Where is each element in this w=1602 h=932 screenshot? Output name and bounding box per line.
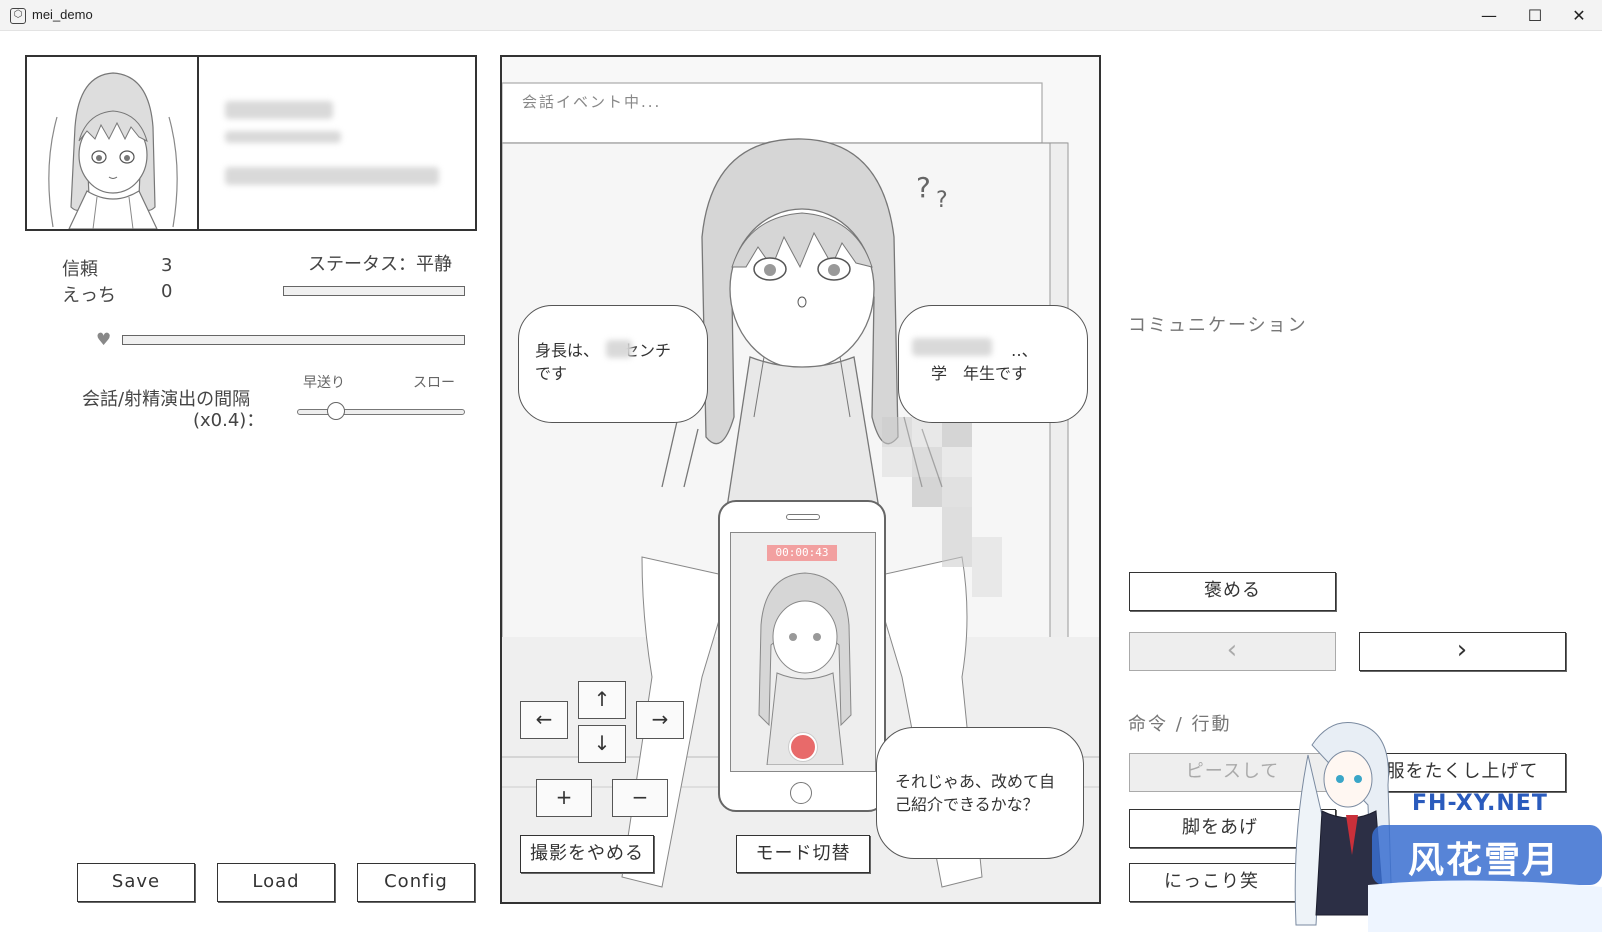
event-label: 会話イベント中... (522, 93, 662, 111)
next-page-button[interactable]: › (1359, 632, 1566, 671)
scene-view: ? ? 会話イベント中... 身長は、 センチ です ‥、 学 年生です 00:… (500, 55, 1101, 904)
phone-screen: 00:00:43 (730, 532, 876, 772)
slider-thumb[interactable] (327, 402, 345, 420)
camera-up-button[interactable]: ↑ (578, 681, 626, 719)
watermark-mascot: FH-XY.NET 风花雪月 (1272, 715, 1602, 932)
ecchi-value: 0 (161, 281, 173, 302)
record-button[interactable] (789, 733, 817, 761)
question-marks-glyph: ? (916, 171, 931, 204)
svg-text:?: ? (936, 188, 948, 213)
camera-left-button[interactable]: ← (520, 701, 568, 739)
close-button[interactable]: ✕ (1556, 0, 1602, 31)
blurred-name-in-bubble (912, 338, 992, 356)
fast-forward-label: 早送り (303, 375, 345, 391)
affection-bar (122, 335, 465, 345)
maximize-button[interactable]: ☐ (1512, 0, 1558, 31)
interval-multiplier: (x0.4)： (193, 410, 265, 431)
interval-slider[interactable] (297, 402, 465, 422)
slow-label: スロー (413, 375, 455, 391)
camera-down-button[interactable]: ↓ (578, 725, 626, 763)
window-title: mei_demo (32, 7, 93, 22)
title-bar: ⬡ mei_demo — ☐ ✕ (0, 0, 1602, 31)
recording-timer: 00:00:43 (767, 545, 837, 561)
camera-right-button[interactable]: → (636, 701, 684, 739)
bubble-introduce-line1: それじゃあ、改めて自 (895, 772, 1056, 791)
blurred-height-value (606, 340, 632, 358)
phone-home-button[interactable] (790, 782, 812, 804)
blurred-profile-info (225, 167, 439, 185)
phone-speaker (786, 514, 820, 520)
mode-switch-button[interactable]: モード切替 (736, 835, 870, 873)
praise-button[interactable]: 褒める (1129, 572, 1336, 611)
prev-page-button[interactable]: ‹ (1129, 632, 1336, 671)
bubble-grade-line2: 学 年生です (931, 364, 1028, 383)
profile-card (25, 55, 477, 231)
blurred-subtitle (225, 131, 341, 143)
speech-bubble-height: 身長は、 センチ です (518, 305, 708, 423)
status-bar (283, 286, 465, 296)
load-button[interactable]: Load (217, 863, 335, 902)
status-label: ステータス：平静 (308, 254, 452, 275)
character-portrait (27, 57, 199, 229)
zoom-out-button[interactable]: − (612, 779, 668, 817)
bubble-introduce-line2: 己紹介できるかな？ (895, 795, 1039, 814)
save-button[interactable]: Save (77, 863, 195, 902)
blurred-name (225, 101, 333, 119)
smartphone-camera: 00:00:43 (718, 500, 886, 812)
heart-icon: ♥ (96, 330, 112, 350)
slider-track (297, 409, 465, 415)
trust-value: 3 (161, 255, 173, 276)
communication-title: コミュニケーション (1128, 315, 1308, 336)
bubble-height-line2: です (535, 364, 568, 383)
watermark-site: FH-XY.NET (1412, 791, 1548, 816)
speech-bubble-introduce: それじゃあ、改めて自 己紹介できるかな？ (876, 727, 1084, 859)
app-icon: ⬡ (10, 8, 26, 24)
minimize-button[interactable]: — (1466, 0, 1512, 31)
zoom-in-button[interactable]: + (536, 779, 592, 817)
stop-shooting-button[interactable]: 撮影をやめる (520, 835, 654, 873)
trust-label: 信頼 (62, 259, 98, 280)
ecchi-label: えっち (62, 285, 116, 306)
watermark-brand: 风花雪月 (1408, 840, 1561, 881)
speech-bubble-grade: ‥、 学 年生です (898, 305, 1088, 423)
config-button[interactable]: Config (357, 863, 475, 902)
commands-title: 命令 / 行動 (1128, 714, 1232, 735)
